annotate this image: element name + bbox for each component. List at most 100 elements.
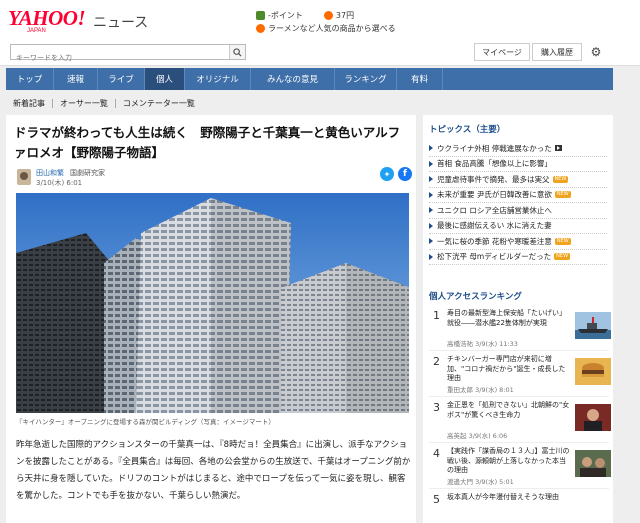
gear-icon: ⚙ bbox=[590, 45, 602, 59]
rank-number: 3 bbox=[433, 401, 440, 414]
topic-item[interactable]: 児童虐待事件で摘発、最多は実父 NEW bbox=[429, 172, 607, 188]
ranking-thumbnail bbox=[575, 312, 611, 339]
rank-author: 重田太郎 bbox=[447, 386, 473, 394]
ranking-panel: 個人アクセスランキング 1 寿目の最新型海上保安船「たいげい」就役――潜水艦22… bbox=[423, 283, 613, 523]
facebook-icon: f bbox=[403, 169, 407, 179]
topic-text: 児童虐待事件で摘発、最多は実父 bbox=[437, 174, 550, 184]
bullet-icon bbox=[429, 145, 433, 152]
tab-live[interactable]: ライブ bbox=[98, 68, 145, 90]
coin-icon bbox=[323, 11, 333, 20]
ranking-item[interactable]: 3 金正恩を「処刑できない」北朝鮮の"女ボス"が驚くべき生命力 高英起 3/9(… bbox=[429, 401, 611, 443]
new-badge: NEW bbox=[554, 237, 571, 245]
points-bar[interactable]: -ポイント 37円 bbox=[256, 10, 354, 21]
ranking-thumbnail bbox=[575, 404, 611, 431]
search-input[interactable] bbox=[11, 51, 221, 65]
avatar[interactable] bbox=[17, 169, 31, 185]
tab-top[interactable]: トップ bbox=[6, 68, 54, 90]
drama-thumbnail bbox=[575, 450, 611, 477]
yahoo-logo[interactable]: YAHOO! bbox=[8, 8, 86, 29]
topic-text: 松下洸平 母mディビルダーだった bbox=[437, 252, 552, 262]
burger-thumbnail bbox=[575, 358, 611, 385]
tab-paid[interactable]: 有料 bbox=[397, 68, 443, 90]
new-badge: NEW bbox=[554, 191, 571, 199]
topic-item[interactable]: 最後に感謝伝えるい 水に消えた妻 bbox=[429, 219, 607, 234]
promo-link[interactable]: ラーメンなど人気の商品から選べる bbox=[256, 23, 396, 34]
points-label: -ポイント bbox=[268, 11, 303, 20]
tab-individual[interactable]: 個人 bbox=[145, 68, 185, 90]
topic-item[interactable]: 松下洸平 母mディビルダーだった NEW bbox=[429, 250, 607, 265]
tab-breaking[interactable]: 速報 bbox=[54, 68, 98, 90]
topic-text: ユニクロ ロシア全店舗営業休止へ bbox=[437, 205, 552, 215]
twitter-share-button[interactable]: ✦ bbox=[380, 167, 394, 181]
rank-title: 金正恩を「処刑できない」北朝鮮の"女ボス"が驚くべき生命力 bbox=[447, 401, 570, 419]
points-balance: 37円 bbox=[323, 10, 354, 21]
rank-date: 3/9(水) 8:01 bbox=[475, 386, 514, 394]
points-icon bbox=[256, 11, 265, 20]
tab-ranking[interactable]: ランキング bbox=[335, 68, 397, 90]
rank-title: チキンバーガー専門店が来初に増加、"コロナ禍だから"誕生・成長した理由 bbox=[447, 355, 566, 382]
ranking-thumbnail bbox=[575, 450, 611, 477]
topic-item[interactable]: 一気に桜の季節 花粉や寒暖差注意 NEW bbox=[429, 234, 607, 250]
ranking-item[interactable]: 4 【実践作「謀香局の１３人」】富士川の戦い後、源頼朝が上落しなかった本当の理由… bbox=[429, 447, 611, 489]
rank-title: 【実践作「謀香局の１３人」】富士川の戦い後、源頼朝が上落しなかった本当の理由 bbox=[447, 447, 570, 474]
video-icon bbox=[554, 145, 562, 152]
tab-opinions[interactable]: みんなの意見 bbox=[251, 68, 335, 90]
rank-meta: 重田太郎 3/9(水) 8:01 bbox=[447, 384, 514, 394]
topic-text: 首相 食品高騰「想像以上に影響」 bbox=[437, 159, 552, 169]
ship-thumbnail bbox=[575, 312, 611, 339]
subnav-commentators[interactable]: コメンテーター一覧 bbox=[116, 99, 202, 108]
rank-number: 5 bbox=[433, 493, 440, 506]
rank-date: 3/9(水) 11:33 bbox=[475, 340, 518, 348]
topic-item[interactable]: ウクライナ外相 停戦進展なかった bbox=[429, 141, 607, 157]
rank-number: 1 bbox=[433, 309, 440, 322]
article-date: 3/10(木) 6:01 bbox=[36, 179, 83, 187]
topic-item[interactable]: 首相 食品高騰「想像以上に影響」 bbox=[429, 157, 607, 172]
ranking-item[interactable]: 1 寿目の最新型海上保安船「たいげい」就役――潜水艦22隻体制が実現 高橋浩祐 … bbox=[429, 309, 611, 351]
topics-list: ウクライナ外相 停戦進展なかった 首相 食品高騰「想像以上に影響」 児童虐待事件… bbox=[429, 141, 607, 265]
bullet-icon bbox=[429, 222, 433, 229]
bullet-icon bbox=[429, 253, 433, 260]
rank-number: 2 bbox=[433, 355, 440, 368]
topic-text: 最後に感謝伝えるい 水に消えた妻 bbox=[437, 221, 552, 231]
my-page-button[interactable]: マイページ bbox=[474, 43, 530, 61]
rank-author: 高橋浩祐 bbox=[447, 340, 473, 348]
purchase-history-button[interactable]: 購入履歴 bbox=[532, 43, 582, 61]
settings-button[interactable]: ⚙ bbox=[588, 44, 604, 60]
article-body: 昨年急逝した国際的アクションスターの千葉真一は、『8時だョ！全員集合』に出演し、… bbox=[16, 440, 411, 501]
sub-nav: 新着記事 オーサー一覧 コメンテーター一覧 bbox=[6, 94, 613, 112]
subnav-authors[interactable]: オーサー一覧 bbox=[53, 98, 116, 108]
rank-meta: 高橋浩祐 3/9(水) 11:33 bbox=[447, 338, 518, 348]
site-header: YAHOO! JAPAN ニュース -ポイント 37円 ラーメンなど人気の商品か… bbox=[0, 0, 640, 38]
rank-meta: 渡邊大門 3/9(水) 5:01 bbox=[447, 476, 514, 486]
author-name[interactable]: 田山和繁 bbox=[36, 168, 64, 178]
new-badge: NEW bbox=[552, 175, 569, 183]
global-nav: トップ 速報 ライブ 個人 オリジナル みんなの意見 ランキング 有料 bbox=[6, 68, 613, 90]
tab-original[interactable]: オリジナル bbox=[185, 68, 251, 90]
ranking-item[interactable]: 2 チキンバーガー専門店が来初に増加、"コロナ禍だから"誕生・成長した理由 重田… bbox=[429, 355, 611, 397]
ranking-thumbnail bbox=[575, 358, 611, 385]
rank-author: 高英起 bbox=[447, 432, 467, 440]
promo-icon bbox=[256, 24, 265, 33]
news-service-label[interactable]: ニュース bbox=[93, 12, 148, 32]
twitter-icon: ✦ bbox=[383, 169, 391, 179]
rank-author: 渡邊大門 bbox=[447, 478, 473, 486]
ranking-item[interactable]: 5 坂本真人が今年漫付替えそうな理由 bbox=[429, 493, 609, 523]
topic-item[interactable]: ユニクロ ロシア全店舗営業休止へ bbox=[429, 203, 607, 219]
topic-item[interactable]: 未来が重要 尹氏が日韓改善に意欲 NEW bbox=[429, 188, 607, 203]
search-button[interactable] bbox=[229, 45, 245, 59]
rank-number: 4 bbox=[433, 447, 440, 460]
rank-title: 坂本真人が今年漫付替えそうな理由 bbox=[447, 493, 559, 501]
facebook-share-button[interactable]: f bbox=[398, 167, 412, 181]
subnav-new-articles[interactable]: 新着記事 bbox=[6, 98, 53, 108]
rank-title: 寿目の最新型海上保安船「たいげい」就役――潜水艦22隻体制が実現 bbox=[447, 309, 566, 327]
search-row: マイページ 購入履歴 ⚙ bbox=[0, 38, 640, 66]
bullet-icon bbox=[429, 207, 433, 214]
promo-text: ラーメンなど人気の商品から選べる bbox=[268, 24, 396, 33]
bullet-icon bbox=[429, 191, 433, 198]
rank-date: 3/9(水) 6:06 bbox=[468, 432, 508, 440]
page: YAHOO! JAPAN ニュース -ポイント 37円 ラーメンなど人気の商品か… bbox=[0, 0, 640, 523]
ranking-heading: 個人アクセスランキング bbox=[429, 292, 522, 302]
article: ドラマが終わっても人生は続く 野際陽子と千葉真一と黄色いアルファロメオ【野際陽子… bbox=[6, 115, 416, 523]
author-block: 田山和繁 国劇研究家 3/10(木) 6:01 ✦ f bbox=[14, 167, 412, 193]
yahoo-logo-sub: JAPAN bbox=[27, 28, 46, 34]
